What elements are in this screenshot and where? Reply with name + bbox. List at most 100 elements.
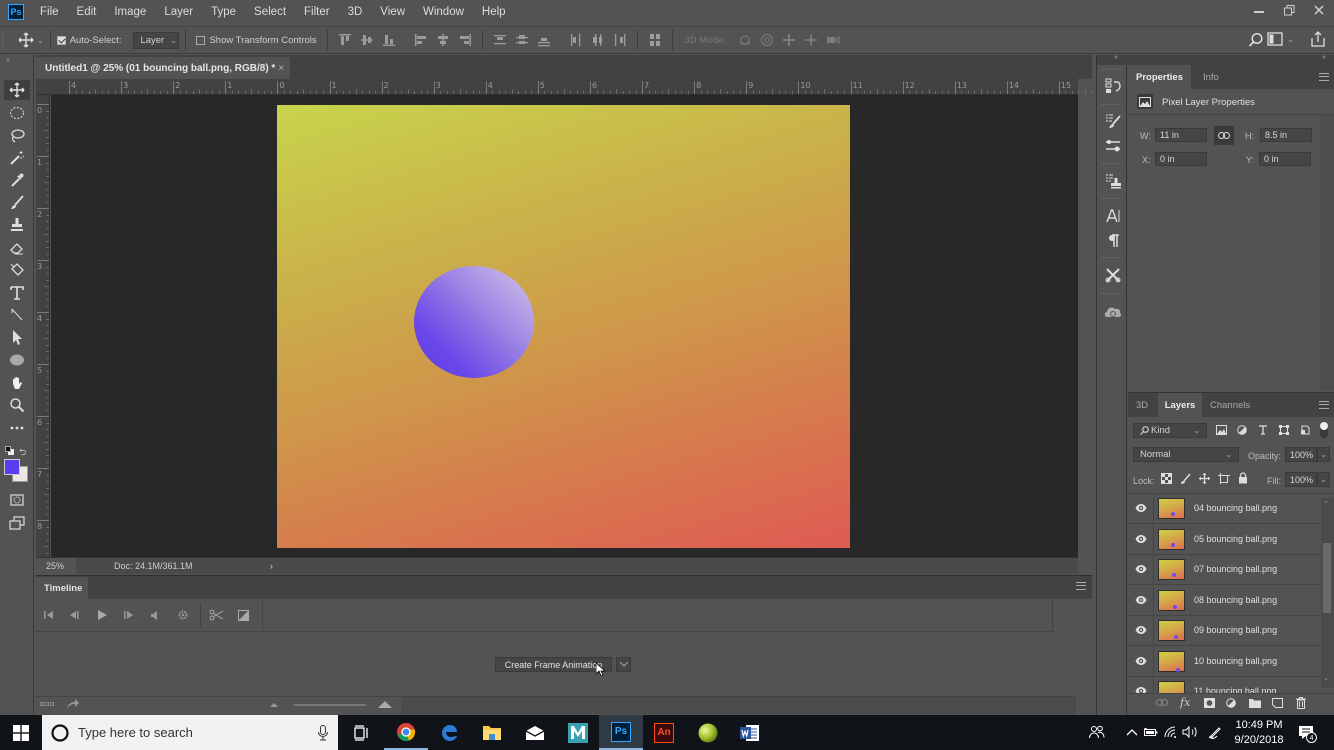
blend-mode-dropdown[interactable]: Normal ⌄: [1133, 447, 1239, 462]
layer-filter-dropdown[interactable]: Kind ⌄: [1133, 423, 1207, 438]
layer-row[interactable]: 09 bouncing ball.png: [1128, 616, 1320, 646]
align-bottom-icon[interactable]: [382, 33, 396, 47]
layer-row[interactable]: 07 bouncing ball.png: [1128, 555, 1320, 585]
layer-row[interactable]: 10 bouncing ball.png: [1128, 646, 1320, 677]
menu-view[interactable]: View: [380, 6, 405, 18]
screen-mode-button[interactable]: [4, 513, 30, 533]
battery-icon[interactable]: [1143, 724, 1159, 740]
fill-dropdown[interactable]: ⌄: [1317, 472, 1330, 487]
system-clock[interactable]: 10:49 PM 9/20/2018: [1228, 718, 1290, 748]
add-mask-icon[interactable]: [1204, 698, 1215, 708]
timeline-zoom-slider[interactable]: [294, 704, 366, 706]
link-layers-icon[interactable]: [1156, 699, 1168, 706]
align-vertical-center-icon[interactable]: [360, 33, 374, 47]
foreground-color-swatch[interactable]: [4, 459, 20, 475]
minimize-button[interactable]: [1244, 0, 1274, 20]
tab-timeline[interactable]: Timeline: [36, 577, 88, 599]
taskbar-green-app[interactable]: [686, 715, 730, 750]
menu-image[interactable]: Image: [114, 6, 146, 18]
tab-info[interactable]: Info: [1195, 65, 1227, 89]
timeline-horizontal-scrollbar[interactable]: [401, 697, 1076, 714]
layer-visibility-toggle[interactable]: [1128, 494, 1154, 524]
search-icon[interactable]: [1248, 32, 1264, 48]
zoom-in-timeline-icon[interactable]: [378, 700, 392, 708]
taskbar-maya[interactable]: [556, 715, 600, 750]
split-scissors-icon[interactable]: [208, 609, 224, 621]
swap-colors-icon[interactable]: ⮌: [19, 445, 26, 461]
distribute-right-icon[interactable]: [613, 33, 627, 47]
menu-filter[interactable]: Filter: [304, 6, 330, 18]
zoom-level-field[interactable]: 25%: [36, 558, 76, 574]
delete-layer-trash-icon[interactable]: [1296, 697, 1306, 709]
adjustments-panel-icon[interactable]: [1104, 137, 1122, 155]
layers-menu-icon[interactable]: [1319, 401, 1329, 409]
history-panel-icon[interactable]: [1104, 77, 1122, 95]
close-window-button[interactable]: [1304, 0, 1334, 20]
menu-3d[interactable]: 3D: [348, 6, 363, 18]
fill-field[interactable]: 100%: [1285, 472, 1317, 487]
vertical-ruler[interactable]: 0 1 2 3 4 5 6 7 8: [36, 95, 50, 567]
create-frame-animation-button[interactable]: Create Frame Animation: [495, 657, 612, 672]
ellipse-tool[interactable]: [4, 350, 30, 370]
layer-row[interactable]: 11 bouncing ball.png: [1128, 677, 1320, 693]
width-field[interactable]: 11 in: [1155, 128, 1207, 142]
previous-frame-icon[interactable]: [68, 609, 82, 621]
new-layer-icon[interactable]: [1272, 698, 1283, 708]
audio-icon[interactable]: [148, 609, 162, 621]
layer-visibility-toggle[interactable]: [1128, 585, 1154, 616]
tool-presets-panel-icon[interactable]: [1104, 266, 1122, 284]
marquee-tool[interactable]: [4, 103, 30, 123]
lasso-tool[interactable]: [4, 126, 30, 146]
layers-scrollbar[interactable]: ⌃ ⌄: [1321, 498, 1334, 688]
3d-slide-icon[interactable]: [804, 33, 818, 47]
lock-all-icon[interactable]: [1238, 472, 1248, 484]
timeline-menu-icon[interactable]: [1076, 582, 1086, 590]
dock-grip[interactable]: [1102, 69, 1122, 71]
share-icon[interactable]: [1310, 31, 1326, 47]
magic-wand-tool[interactable]: [4, 148, 30, 168]
opacity-field[interactable]: 100%: [1285, 447, 1317, 462]
align-left-icon[interactable]: [414, 33, 428, 47]
move-tool-preset-icon[interactable]: ⌄: [18, 32, 44, 48]
dock-collapse-strip[interactable]: «: [1097, 54, 1128, 65]
layers-scrollbar-thumb[interactable]: [1323, 543, 1331, 613]
auto-select-checkbox[interactable]: [56, 35, 66, 45]
align-top-icon[interactable]: [338, 33, 352, 47]
layer-row[interactable]: 08 bouncing ball.png: [1128, 585, 1320, 616]
transition-icon[interactable]: [236, 609, 250, 621]
menu-select[interactable]: Select: [254, 6, 286, 18]
eyedropper-tool[interactable]: [4, 170, 30, 190]
taskbar-file-explorer[interactable]: [470, 715, 514, 750]
hand-tool[interactable]: [4, 373, 30, 393]
menu-help[interactable]: Help: [482, 6, 506, 18]
taskbar-photoshop[interactable]: Ps: [599, 715, 643, 750]
render-video-icon[interactable]: [66, 698, 80, 710]
workspace-switcher[interactable]: ⌄: [1267, 32, 1294, 46]
start-button[interactable]: [0, 715, 42, 750]
tab-properties[interactable]: Properties: [1128, 65, 1191, 89]
dock-grip[interactable]: [1102, 198, 1122, 200]
direct-selection-tool[interactable]: [4, 327, 30, 347]
taskbar-search-box[interactable]: Type here to search: [42, 715, 338, 750]
paragraph-panel-icon[interactable]: [1104, 232, 1122, 250]
action-center-icon[interactable]: 4: [1297, 723, 1317, 743]
layer-visibility-toggle[interactable]: [1128, 555, 1154, 585]
tab-layers[interactable]: Layers: [1158, 393, 1202, 417]
layer-visibility-toggle[interactable]: [1128, 677, 1154, 693]
filter-shape-icon[interactable]: [1279, 425, 1289, 435]
menu-layer[interactable]: Layer: [164, 6, 193, 18]
character-panel-icon[interactable]: [1104, 207, 1122, 225]
taskbar-edge[interactable]: [428, 715, 472, 750]
height-field[interactable]: 8.5 in: [1260, 128, 1312, 142]
brush-presets-panel-icon[interactable]: [1104, 112, 1122, 130]
microphone-icon[interactable]: [318, 725, 328, 741]
move-tool[interactable]: [4, 80, 30, 100]
status-menu-arrow-icon[interactable]: ›: [270, 561, 273, 571]
taskbar-word[interactable]: [728, 715, 772, 750]
properties-menu-icon[interactable]: [1319, 73, 1329, 81]
distribute-left-icon[interactable]: [569, 33, 583, 47]
3d-orbit-icon[interactable]: [738, 33, 752, 47]
dock-grip[interactable]: [1102, 163, 1122, 165]
document-canvas[interactable]: [277, 105, 850, 548]
link-dimensions-icon[interactable]: [1214, 126, 1234, 145]
